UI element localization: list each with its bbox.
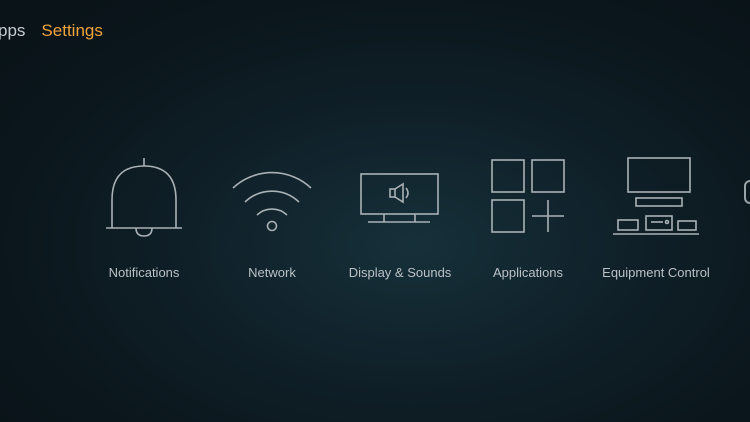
top-navigation: pps Settings [0, 20, 103, 42]
tile-notifications[interactable]: Notifications [82, 150, 206, 310]
wifi-icon [210, 150, 334, 246]
tile-network[interactable]: Network [210, 150, 334, 310]
tile-label: Network [248, 265, 296, 280]
nav-item-apps[interactable]: pps [0, 21, 25, 41]
equipment-icon [594, 150, 718, 246]
tile-label: Notifications [108, 265, 180, 280]
tile-label: Applications [492, 265, 564, 280]
tv-speaker-icon [338, 150, 462, 246]
nav-item-settings[interactable]: Settings [41, 21, 102, 41]
tile-label: Display & Sounds [348, 265, 452, 280]
tile-equipment-control[interactable]: Equipment Control [594, 150, 718, 310]
tile-display-sounds[interactable]: Display & Sounds [338, 150, 462, 310]
apps-grid-icon [466, 150, 590, 246]
tile-applications[interactable]: Applications [466, 150, 590, 310]
next-page-indicator [744, 180, 750, 204]
tile-label: Equipment Control [602, 265, 710, 280]
bell-icon [82, 150, 206, 246]
